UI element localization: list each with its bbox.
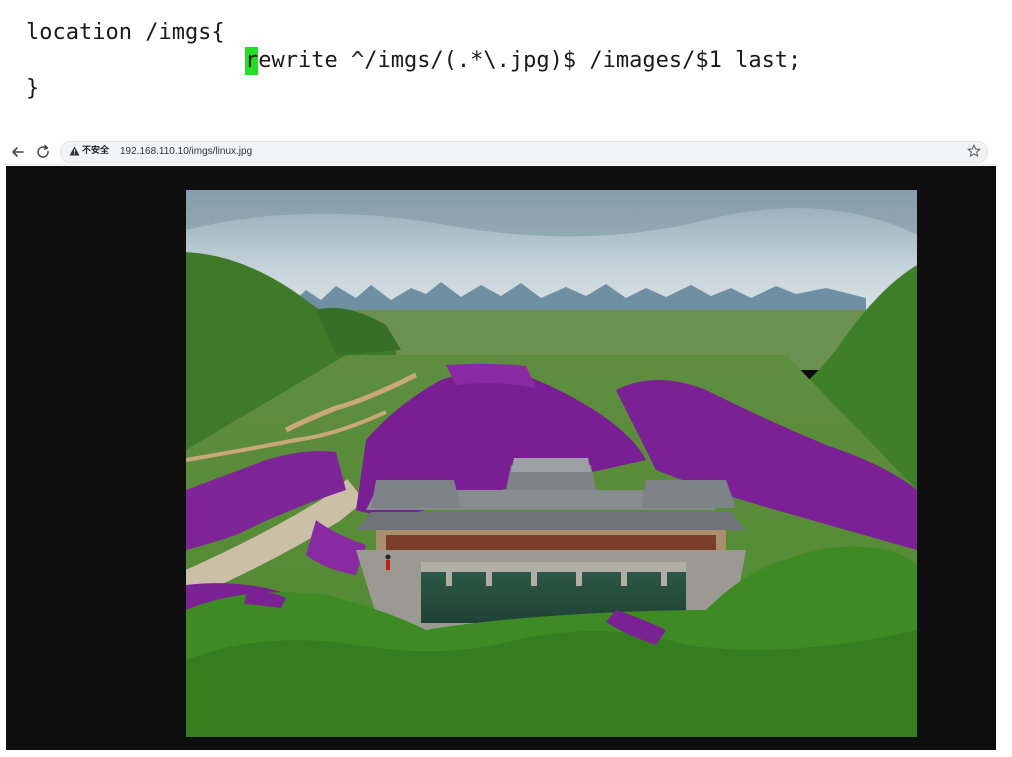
code-line-location: location /imgs{	[26, 20, 225, 45]
arrow-left-icon[interactable]	[8, 142, 28, 162]
address-bar[interactable]: 不安全 192.168.110.10/imgs/linux.jpg	[60, 141, 988, 163]
star-icon[interactable]	[967, 144, 981, 158]
code-line-rewrite: rewrite ^/imgs/(.*\.jpg)$ /images/$1 las…	[245, 47, 801, 75]
warning-triangle-icon[interactable]	[69, 146, 80, 156]
reload-icon[interactable]	[33, 142, 53, 162]
security-status-label[interactable]: 不安全	[82, 145, 109, 158]
image-viewer	[6, 166, 996, 750]
code-line-rewrite-text: ewrite ^/imgs/(.*\.jpg)$ /images/$1 last…	[258, 48, 802, 73]
text-cursor: r	[245, 47, 259, 75]
code-line-close-brace: }	[26, 76, 40, 101]
code-snippet: location /imgs{ rewrite ^/imgs/(.*\.jpg)…	[0, 0, 1012, 130]
landscape-photo	[186, 190, 917, 737]
url-text[interactable]: 192.168.110.10/imgs/linux.jpg	[120, 145, 252, 158]
browser-toolbar: 不安全 192.168.110.10/imgs/linux.jpg	[4, 140, 996, 165]
